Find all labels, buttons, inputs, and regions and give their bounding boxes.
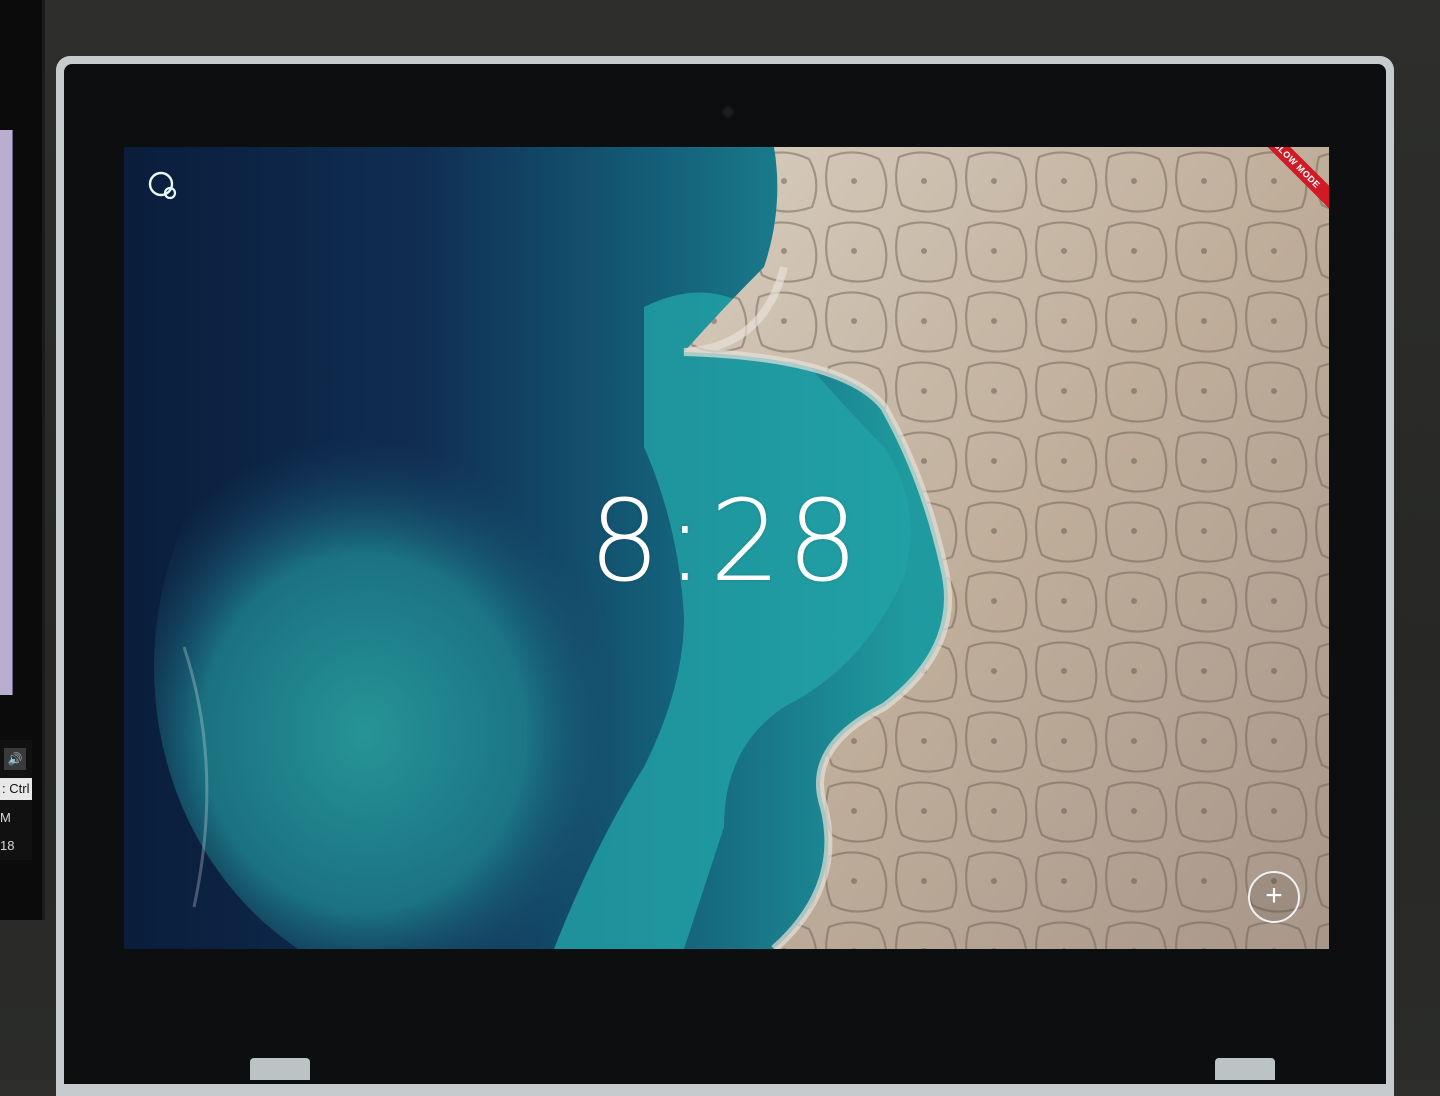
ctrl-key-label: : Ctrl: [0, 778, 32, 800]
add-button[interactable]: +: [1248, 871, 1300, 923]
taskbar-time-fragment: M: [0, 810, 11, 825]
taskbar-date-fragment: 18: [0, 838, 15, 853]
external-monitor: 🔊 : Ctrl M 18: [0, 0, 45, 920]
lockscreen-clock: 8:28: [588, 477, 865, 607]
webcam: [724, 108, 732, 116]
lock-screen: SLOW MODE 8:28 +: [124, 147, 1329, 949]
plus-icon: +: [1265, 879, 1283, 912]
speaker-icon[interactable]: 🔊: [4, 748, 26, 770]
external-monitor-window: [0, 130, 13, 695]
assistant-icon[interactable]: [144, 167, 180, 203]
right-hinge: [1215, 1058, 1275, 1080]
left-hinge: [250, 1058, 310, 1080]
